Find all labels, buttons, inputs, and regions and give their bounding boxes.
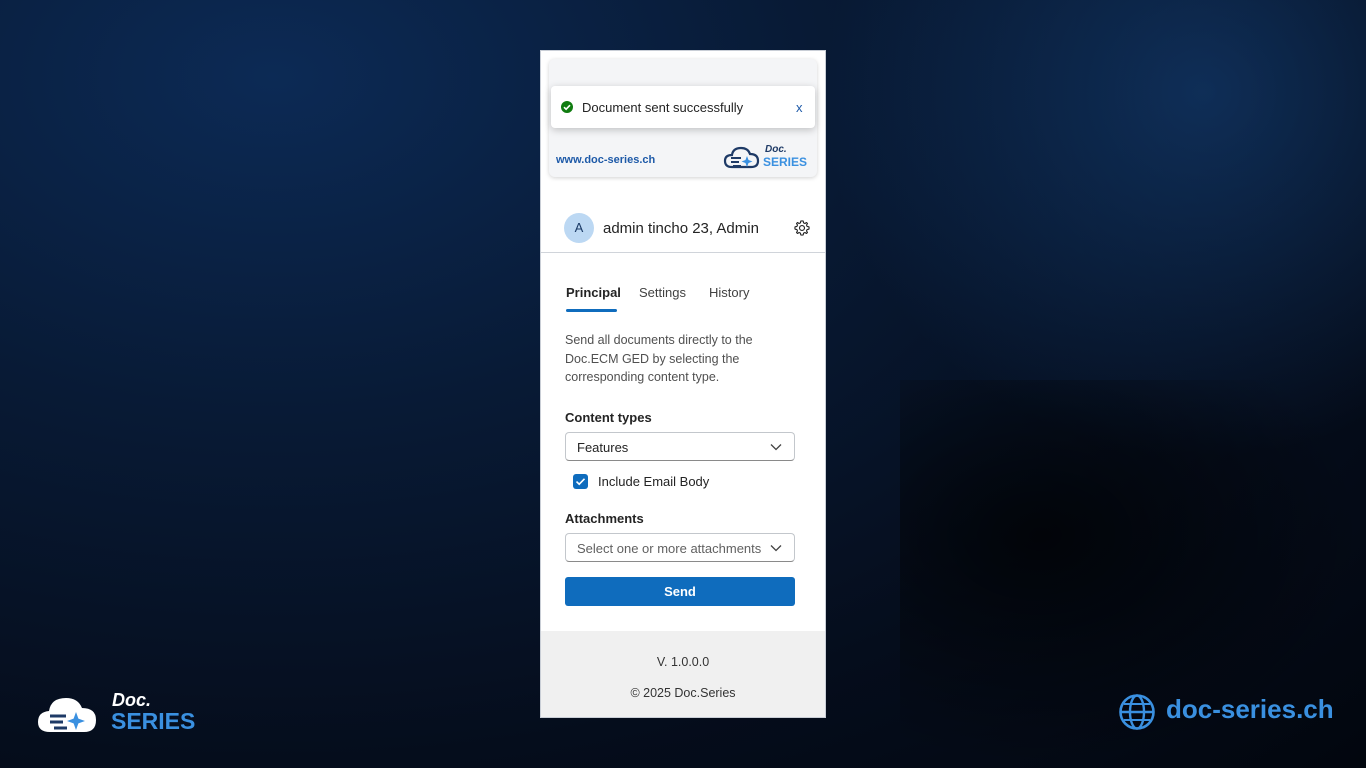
footer: V. 1.0.0.0 © 2025 Doc.Series xyxy=(541,631,825,717)
success-toast: Document sent successfully x xyxy=(551,86,815,128)
chevron-down-icon xyxy=(770,545,782,552)
banner-logo-series: SERIES xyxy=(763,155,808,169)
cloud-logo-icon xyxy=(723,146,760,169)
send-button[interactable]: Send xyxy=(565,577,795,606)
chevron-down-icon xyxy=(770,444,782,451)
banner-url[interactable]: www.doc-series.ch xyxy=(556,154,655,166)
content-types-dropdown[interactable]: Features xyxy=(565,432,795,461)
banner-logo: Doc. SERIES xyxy=(723,139,813,173)
user-name: admin tincho 23, Admin xyxy=(603,220,759,237)
version-text: V. 1.0.0.0 xyxy=(656,655,710,669)
copyright-text: © 2025 Doc.Series xyxy=(630,686,736,700)
tab-history[interactable]: History xyxy=(709,285,749,300)
avatar: A xyxy=(564,213,594,243)
gear-icon[interactable] xyxy=(793,219,811,237)
brand-website-text[interactable]: doc-series.ch xyxy=(1166,694,1334,725)
include-email-body-label[interactable]: Include Email Body xyxy=(598,474,709,489)
attachments-label: Attachments xyxy=(565,511,644,526)
tab-principal[interactable]: Principal xyxy=(566,285,621,300)
attachments-placeholder: Select one or more attachments xyxy=(577,541,762,556)
tab-bar: Principal Settings History xyxy=(566,283,806,313)
brand-left-series: SERIES xyxy=(111,708,196,734)
cloud-logo-icon xyxy=(38,698,96,732)
toast-message: Document sent successfully xyxy=(582,100,744,115)
globe-icon xyxy=(1119,694,1155,730)
checkmark-icon xyxy=(575,478,586,486)
addin-panel: www.doc-series.ch Doc. SERIES Document s… xyxy=(540,50,826,718)
tab-settings[interactable]: Settings xyxy=(639,285,686,300)
content-types-label: Content types xyxy=(565,410,652,425)
content-types-value: Features xyxy=(577,440,629,455)
description-text: Send all documents directly to the Doc.E… xyxy=(565,333,753,384)
brand-logo-left: Doc. SERIES xyxy=(36,688,206,738)
active-tab-indicator xyxy=(566,309,617,312)
include-email-body-checkbox[interactable] xyxy=(573,474,588,489)
success-check-icon xyxy=(561,101,573,113)
user-header: A admin tincho 23, Admin xyxy=(541,209,825,253)
brand-website-right: doc-series.ch xyxy=(1118,692,1338,732)
header-banner: www.doc-series.ch Doc. SERIES Document s… xyxy=(549,59,817,177)
toast-close-button[interactable]: x xyxy=(796,100,803,115)
banner-logo-doc: Doc. xyxy=(765,144,787,155)
attachments-dropdown[interactable]: Select one or more attachments xyxy=(565,533,795,562)
